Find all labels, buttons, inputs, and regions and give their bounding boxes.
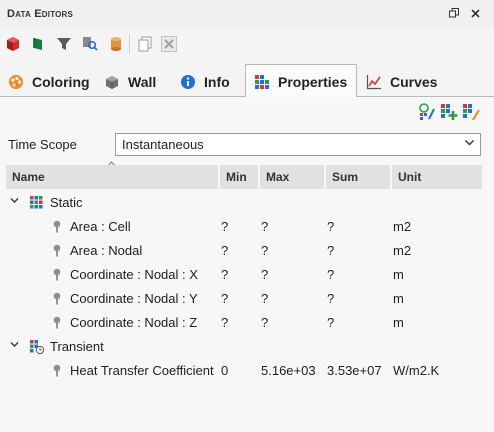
property-name: Heat Transfer Coefficient [70, 363, 214, 378]
tab-info[interactable]: Info [172, 66, 238, 97]
property-name: Area : Cell [70, 219, 131, 234]
property-sum: ? [327, 291, 335, 306]
property-name: Area : Nodal [70, 243, 143, 258]
property-unit: m2 [393, 219, 412, 234]
time-scope-select[interactable]: Instantaneous [115, 133, 481, 156]
pin-icon [52, 292, 62, 308]
property-unit: m [393, 267, 404, 282]
property-unit: m [393, 315, 404, 330]
property-settings-icon[interactable] [418, 103, 436, 121]
property-max: ? [261, 315, 269, 330]
wall-icon [104, 74, 120, 90]
property-max: ? [261, 243, 269, 258]
column-header-max[interactable]: Max [260, 165, 326, 189]
tab-label: Wall [128, 73, 157, 90]
property-sum: ? [327, 219, 335, 234]
tab-label: Coloring [32, 73, 90, 90]
expand-chevron-icon[interactable] [10, 340, 19, 352]
palette-icon [8, 74, 24, 90]
property-max: 5.16e+03 [261, 363, 316, 378]
search-icon[interactable] [81, 35, 99, 53]
tab-properties[interactable]: Properties [245, 64, 357, 98]
property-name: Coordinate : Nodal : Y [70, 291, 198, 306]
edit-properties-icon[interactable] [462, 103, 480, 121]
close-icon[interactable] [467, 5, 483, 21]
tab-wall[interactable]: Wall [96, 66, 164, 97]
info-icon [180, 74, 196, 90]
group-row-transient[interactable]: Transient [6, 335, 482, 359]
table-row[interactable]: Coordinate : Nodal : Y ? ? ? m [6, 287, 482, 311]
chevron-down-icon [464, 137, 475, 151]
property-min: ? [221, 315, 229, 330]
toolbar [0, 31, 494, 57]
chart-icon [366, 74, 382, 90]
table-row[interactable]: Heat Transfer Coefficient 0 5.16e+03 3.5… [6, 359, 482, 383]
table-row[interactable]: Coordinate : Nodal : X ? ? ? m [6, 263, 482, 287]
transient-group-icon [30, 340, 45, 357]
add-property-icon[interactable] [440, 103, 458, 121]
table-row[interactable]: Area : Nodal ? ? ? m2 [6, 239, 482, 263]
tab-label: Info [204, 73, 230, 90]
property-unit: m2 [393, 243, 412, 258]
group-name: Transient [50, 339, 104, 354]
expand-chevron-icon[interactable] [10, 196, 19, 208]
property-max: ? [261, 291, 269, 306]
static-group-icon [30, 196, 43, 212]
pin-icon [52, 364, 62, 380]
title-bar: Data Editors [0, 0, 494, 28]
property-max: ? [261, 267, 269, 282]
property-min: ? [221, 243, 229, 258]
tab-strip: Coloring Wall Info Properties Curves [0, 64, 494, 98]
column-header-sum[interactable]: Sum [326, 165, 392, 189]
flag-icon[interactable] [29, 35, 47, 53]
toolbar-separator [129, 34, 130, 54]
filter-icon[interactable] [55, 35, 73, 53]
property-min: ? [221, 267, 229, 282]
table-header: Name Min Max Sum Unit [6, 165, 482, 189]
delete-icon[interactable] [160, 35, 178, 53]
property-name: Coordinate : Nodal : Z [70, 315, 198, 330]
time-scope-value: Instantaneous [122, 137, 204, 152]
tab-coloring[interactable]: Coloring [0, 66, 98, 97]
group-row-static[interactable]: Static [6, 191, 482, 215]
group-name: Static [50, 195, 83, 210]
tab-label: Curves [390, 73, 438, 90]
tab-curves[interactable]: Curves [358, 66, 445, 97]
property-min: ? [221, 219, 229, 234]
cylinder-icon[interactable] [107, 35, 125, 53]
property-unit: m [393, 291, 404, 306]
copy-icon[interactable] [136, 35, 154, 53]
tab-label: Properties [278, 73, 348, 90]
time-scope-label: Time Scope [8, 137, 77, 152]
property-unit: W/m2.K [393, 363, 440, 378]
property-sum: ? [327, 315, 335, 330]
property-min: ? [221, 291, 229, 306]
column-header-name[interactable]: Name [6, 165, 220, 189]
table-row[interactable]: Area : Cell ? ? ? m2 [6, 215, 482, 239]
pin-icon [52, 316, 62, 332]
property-sum: ? [327, 243, 335, 258]
property-min: 0 [221, 363, 229, 378]
pin-icon [52, 268, 62, 284]
grid-icon [254, 74, 270, 90]
window-title: Data Editors [7, 8, 74, 20]
column-header-unit[interactable]: Unit [392, 165, 482, 189]
property-max: ? [261, 219, 269, 234]
pin-icon [52, 220, 62, 236]
column-header-min[interactable]: Min [220, 165, 260, 189]
property-sum: 3.53e+07 [327, 363, 382, 378]
pin-icon [52, 244, 62, 260]
property-name: Coordinate : Nodal : X [70, 267, 198, 282]
restore-window-icon[interactable] [446, 5, 462, 21]
cube-icon[interactable] [4, 35, 22, 53]
property-sum: ? [327, 267, 335, 282]
properties-panel: Time Scope Instantaneous Name Min Max Su… [0, 97, 494, 432]
table-row[interactable]: Coordinate : Nodal : Z ? ? ? m [6, 311, 482, 335]
